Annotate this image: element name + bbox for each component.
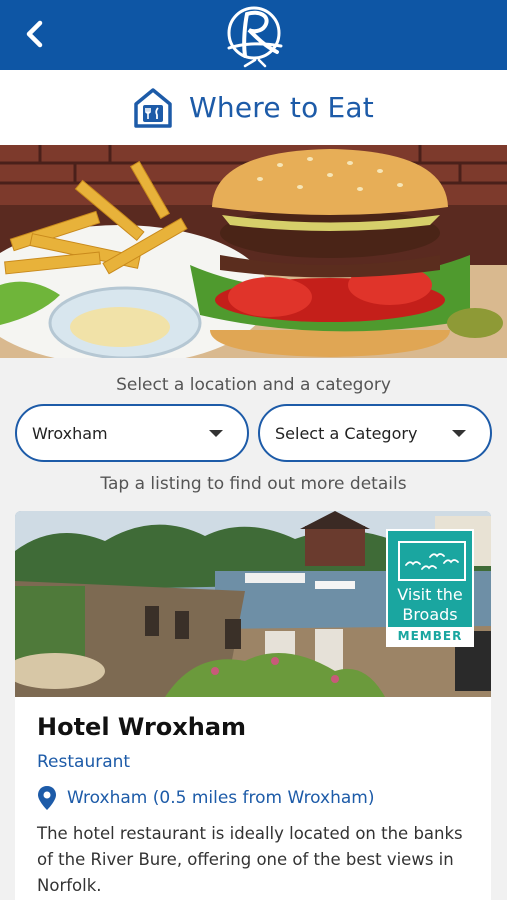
filter-prompt: Select a location and a category [116,375,391,395]
badge-member-label: MEMBER [388,627,472,645]
category-dropdown-value: Select a Category [275,423,418,443]
caret-down-icon [452,430,466,437]
location-dropdown[interactable]: Wroxham [15,404,249,462]
visit-the-broads-member-badge: Visit the Broads MEMBER [386,529,474,647]
top-app-bar [0,0,507,70]
badge-text-line1: Visit the [397,585,463,604]
map-pin-icon [38,786,56,810]
chevron-left-icon [26,20,43,48]
restaurant-house-icon [134,87,172,128]
listing-name: Hotel Wroxham [37,713,247,741]
caret-down-icon [209,430,223,437]
back-button[interactable] [14,14,54,54]
listing-description: The hotel restaurant is ideally located … [37,824,463,895]
brand-logo [227,6,283,68]
listing-card[interactable]: Visit the Broads MEMBER Hotel Wroxham Re… [15,511,491,900]
page-header: Where to Eat [0,70,507,145]
category-dropdown[interactable]: Select a Category [258,404,492,462]
location-dropdown-value: Wroxham [32,423,108,443]
listing-location-text: Wroxham (0.5 miles from Wroxham) [67,788,375,808]
page-title: Where to Eat [189,91,374,124]
birds-icon [398,541,466,581]
listing-category: Restaurant [37,752,131,772]
listing-hint: Tap a listing to find out more details [100,474,407,494]
badge-text-line2: Broads [402,605,458,624]
listing-location: Wroxham (0.5 miles from Wroxham) [37,785,375,811]
hero-food-photo [0,145,507,358]
